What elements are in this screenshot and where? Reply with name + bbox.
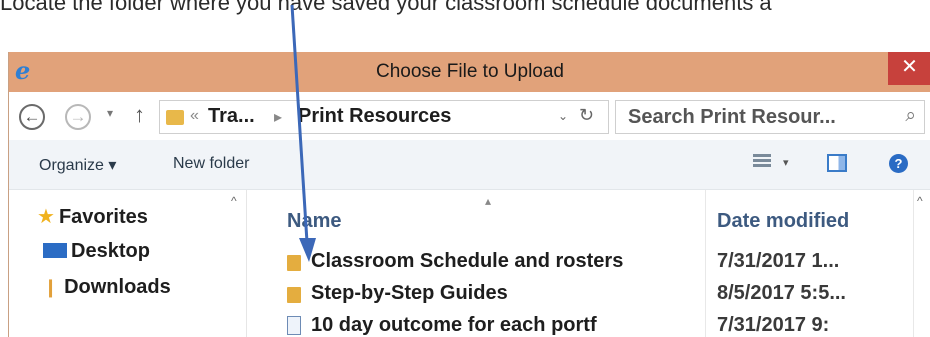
preview-pane-icon[interactable]	[827, 154, 847, 172]
nav-item-label: Favorites	[58, 206, 148, 228]
file-name: Step-by-Step Guides	[311, 282, 508, 304]
file-name: Classroom Schedule and rosters	[311, 250, 624, 272]
nav-item-label: Downloads	[64, 276, 171, 298]
breadcrumb-current[interactable]: Print Resources	[298, 105, 451, 128]
folder-icon	[287, 287, 301, 303]
nav-item-downloads[interactable]: ❙ Downloads	[43, 276, 171, 306]
scroll-up-icon[interactable]: ^	[917, 194, 923, 208]
dialog-title: Choose File to Upload	[376, 61, 564, 82]
star-icon: ★	[37, 206, 55, 228]
navigation-pane: ^ ★ Favorites Desktop ❙ Downloads	[9, 190, 247, 337]
file-list: ▴ Name Date modified ^ Classroom Schedul…	[247, 190, 930, 337]
file-date: 7/31/2017 9:	[717, 314, 830, 336]
search-icon[interactable]: ⌕	[905, 105, 916, 127]
file-upload-dialog: e Choose File to Upload ✕ ← → ▾ ↑ « Tra.…	[8, 52, 930, 337]
search-placeholder: Search Print Resour...	[628, 106, 836, 128]
close-button[interactable]: ✕	[888, 52, 930, 85]
scroll-up-icon[interactable]: ^	[231, 194, 237, 208]
list-item[interactable]: Classroom Schedule and rosters 7/31/2017…	[247, 248, 930, 278]
column-header-name[interactable]: Name	[287, 210, 341, 233]
nav-item-favorites[interactable]: ★ Favorites	[37, 204, 148, 234]
up-folder-button[interactable]: ↑	[134, 102, 145, 128]
folder-icon	[287, 255, 301, 271]
downloads-icon: ❙	[43, 277, 59, 297]
sort-ascending-icon: ▴	[485, 194, 492, 208]
chevron-down-icon[interactable]: ▾	[783, 156, 789, 169]
search-input[interactable]: Search Print Resour... ⌕	[615, 100, 925, 134]
instruction-text: Locate the folder where you have saved y…	[0, 0, 772, 15]
back-button[interactable]: ←	[19, 104, 45, 130]
view-options-icon[interactable]	[753, 154, 771, 172]
refresh-icon[interactable]: ↻	[579, 105, 594, 126]
recent-locations-icon[interactable]: ▾	[107, 106, 113, 120]
document-icon	[287, 316, 301, 335]
forward-button[interactable]: →	[65, 104, 91, 130]
command-bar: Organize ▾ New folder ▾ ?	[9, 140, 930, 190]
file-date: 7/31/2017 1...	[717, 250, 840, 272]
list-item[interactable]: 10 day outcome for each portf 7/31/2017 …	[247, 312, 930, 337]
file-date: 8/5/2017 5:5...	[717, 282, 846, 304]
breadcrumb-parent[interactable]: Tra...	[208, 105, 255, 128]
address-bar: ← → ▾ ↑ « Tra... ▸ Print Resources ⌄ ↻ S…	[9, 92, 930, 140]
chevron-down-icon[interactable]: ⌄	[558, 109, 568, 123]
organize-button[interactable]: Organize ▾	[39, 155, 116, 175]
nav-item-label: Desktop	[71, 240, 150, 262]
breadcrumb-separator-icon[interactable]: ▸	[274, 107, 282, 127]
file-name: 10 day outcome for each portf	[311, 314, 597, 336]
overflow-chevron-icon[interactable]: «	[190, 107, 199, 125]
nav-item-desktop[interactable]: Desktop	[43, 240, 150, 270]
list-item[interactable]: Step-by-Step Guides 8/5/2017 5:5...	[247, 280, 930, 310]
new-folder-button[interactable]: New folder	[173, 155, 249, 173]
folder-icon	[166, 110, 184, 125]
help-icon[interactable]: ?	[889, 154, 908, 173]
desktop-icon	[43, 243, 67, 258]
column-header-date[interactable]: Date modified	[717, 210, 849, 233]
title-bar: e Choose File to Upload ✕	[9, 52, 930, 92]
path-breadcrumb[interactable]: « Tra... ▸ Print Resources ⌄ ↻	[159, 100, 609, 134]
